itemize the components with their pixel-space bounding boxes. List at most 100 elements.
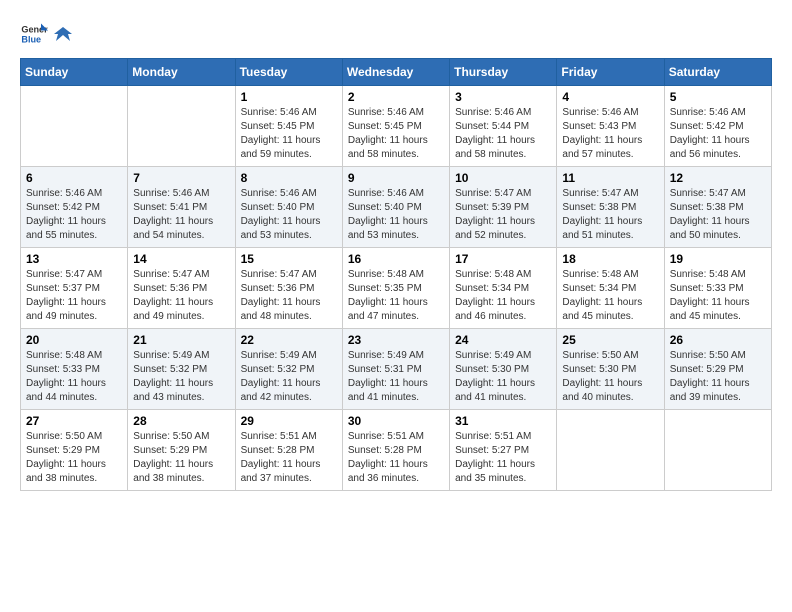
calendar-cell: 19Sunrise: 5:48 AMSunset: 5:33 PMDayligh… <box>664 248 771 329</box>
calendar-cell: 11 Sunrise: 5:47 AMSunset: 5:38 PMDayligh… <box>557 167 664 248</box>
day-number: 31 <box>455 414 551 428</box>
calendar-week-row: 1Sunrise: 5:46 AMSunset: 5:45 PMDaylight… <box>21 86 772 167</box>
svg-text:Blue: Blue <box>21 34 41 44</box>
calendar-cell: 2 Sunrise: 5:46 AMSunset: 5:45 PMDaylight… <box>342 86 449 167</box>
day-info: Sunrise: 5:46 AMSunset: 5:40 PMDaylight:… <box>241 187 337 243</box>
day-number: 15 <box>241 252 337 266</box>
day-info: Sunrise: 5:49 AMSunset: 5:31 PMDaylight:… <box>348 349 444 405</box>
day-number: 9 <box>348 171 444 185</box>
calendar-cell: 29 Sunrise: 5:51 AMSunset: 5:28 PMDayligh… <box>235 410 342 491</box>
calendar-cell: 27 Sunrise: 5:50 AMSunset: 5:29 PMDayligh… <box>21 410 128 491</box>
day-info: Sunrise: 5:50 AMSunset: 5:29 PMDaylight:… <box>26 430 122 486</box>
calendar-cell: 21 Sunrise: 5:49 AMSunset: 5:32 PMDayligh… <box>128 329 235 410</box>
calendar-cell: 24 Sunrise: 5:49 AMSunset: 5:30 PMDayligh… <box>450 329 557 410</box>
day-info: Sunrise: 5:49 AMSunset: 5:30 PMDaylight:… <box>455 349 551 405</box>
calendar-cell: 13Sunrise: 5:47 AMSunset: 5:37 PMDayligh… <box>21 248 128 329</box>
calendar-week-row: 13Sunrise: 5:47 AMSunset: 5:37 PMDayligh… <box>21 248 772 329</box>
calendar-cell: 28Sunrise: 5:50 AMSunset: 5:29 PMDayligh… <box>128 410 235 491</box>
calendar-cell: 26 Sunrise: 5:50 AMSunset: 5:29 PMDayligh… <box>664 329 771 410</box>
calendar-cell: 18 Sunrise: 5:48 AMSunset: 5:34 PMDayligh… <box>557 248 664 329</box>
day-info: Sunrise: 5:46 AMSunset: 5:42 PMDaylight:… <box>670 106 766 162</box>
calendar-cell: 15 Sunrise: 5:47 AMSunset: 5:36 PMDayligh… <box>235 248 342 329</box>
day-number: 21 <box>133 333 229 347</box>
day-info: Sunrise: 5:51 AMSunset: 5:28 PMDaylight:… <box>348 430 444 486</box>
day-number: 27 <box>26 414 122 428</box>
day-info: Sunrise: 5:49 AMSunset: 5:32 PMDaylight:… <box>133 349 229 405</box>
calendar-cell: 4 Sunrise: 5:46 AMSunset: 5:43 PMDaylight… <box>557 86 664 167</box>
day-info: Sunrise: 5:48 AMSunset: 5:35 PMDaylight:… <box>348 268 444 324</box>
calendar-cell: 10 Sunrise: 5:47 AMSunset: 5:39 PMDayligh… <box>450 167 557 248</box>
day-number: 4 <box>562 90 658 104</box>
day-number: 14 <box>133 252 229 266</box>
calendar-cell: 7 Sunrise: 5:46 AMSunset: 5:41 PMDaylight… <box>128 167 235 248</box>
logo-bird-icon <box>54 25 72 43</box>
day-number: 23 <box>348 333 444 347</box>
day-info: Sunrise: 5:46 AMSunset: 5:41 PMDaylight:… <box>133 187 229 243</box>
day-info: Sunrise: 5:47 AMSunset: 5:36 PMDaylight:… <box>133 268 229 324</box>
calendar-cell: 31 Sunrise: 5:51 AMSunset: 5:27 PMDayligh… <box>450 410 557 491</box>
calendar-cell: 12 Sunrise: 5:47 AMSunset: 5:38 PMDayligh… <box>664 167 771 248</box>
day-number: 11 <box>562 171 658 185</box>
calendar-table: SundayMondayTuesdayWednesdayThursdayFrid… <box>20 58 772 491</box>
calendar-cell: 8 Sunrise: 5:46 AMSunset: 5:40 PMDaylight… <box>235 167 342 248</box>
calendar-cell: 30 Sunrise: 5:51 AMSunset: 5:28 PMDayligh… <box>342 410 449 491</box>
logo: General Blue <box>20 20 72 48</box>
day-number: 22 <box>241 333 337 347</box>
calendar-cell <box>557 410 664 491</box>
weekday-header: Sunday <box>21 59 128 86</box>
day-info: Sunrise: 5:47 AMSunset: 5:39 PMDaylight:… <box>455 187 551 243</box>
day-info: Sunrise: 5:48 AMSunset: 5:34 PMDaylight:… <box>562 268 658 324</box>
calendar-cell: 17 Sunrise: 5:48 AMSunset: 5:34 PMDayligh… <box>450 248 557 329</box>
day-number: 3 <box>455 90 551 104</box>
day-info: Sunrise: 5:50 AMSunset: 5:29 PMDaylight:… <box>670 349 766 405</box>
calendar-cell <box>21 86 128 167</box>
day-number: 16 <box>348 252 444 266</box>
page-header: General Blue <box>20 20 772 48</box>
calendar-cell <box>128 86 235 167</box>
day-number: 19 <box>670 252 766 266</box>
day-number: 8 <box>241 171 337 185</box>
calendar-cell: 16 Sunrise: 5:48 AMSunset: 5:35 PMDayligh… <box>342 248 449 329</box>
day-info: Sunrise: 5:51 AMSunset: 5:28 PMDaylight:… <box>241 430 337 486</box>
calendar-cell: 22Sunrise: 5:49 AMSunset: 5:32 PMDayligh… <box>235 329 342 410</box>
calendar-cell: 23 Sunrise: 5:49 AMSunset: 5:31 PMDayligh… <box>342 329 449 410</box>
day-info: Sunrise: 5:47 AMSunset: 5:38 PMDaylight:… <box>562 187 658 243</box>
day-info: Sunrise: 5:48 AMSunset: 5:34 PMDaylight:… <box>455 268 551 324</box>
calendar-cell: 14 Sunrise: 5:47 AMSunset: 5:36 PMDayligh… <box>128 248 235 329</box>
day-number: 5 <box>670 90 766 104</box>
weekday-header: Thursday <box>450 59 557 86</box>
calendar-cell: 5 Sunrise: 5:46 AMSunset: 5:42 PMDaylight… <box>664 86 771 167</box>
calendar-cell: 6Sunrise: 5:46 AMSunset: 5:42 PMDaylight… <box>21 167 128 248</box>
calendar-header-row: SundayMondayTuesdayWednesdayThursdayFrid… <box>21 59 772 86</box>
day-info: Sunrise: 5:46 AMSunset: 5:43 PMDaylight:… <box>562 106 658 162</box>
day-info: Sunrise: 5:46 AMSunset: 5:44 PMDaylight:… <box>455 106 551 162</box>
day-info: Sunrise: 5:48 AMSunset: 5:33 PMDaylight:… <box>26 349 122 405</box>
day-info: Sunrise: 5:47 AMSunset: 5:38 PMDaylight:… <box>670 187 766 243</box>
day-number: 28 <box>133 414 229 428</box>
day-number: 2 <box>348 90 444 104</box>
day-info: Sunrise: 5:50 AMSunset: 5:30 PMDaylight:… <box>562 349 658 405</box>
day-number: 25 <box>562 333 658 347</box>
day-number: 18 <box>562 252 658 266</box>
calendar-cell: 3 Sunrise: 5:46 AMSunset: 5:44 PMDaylight… <box>450 86 557 167</box>
day-number: 29 <box>241 414 337 428</box>
day-number: 10 <box>455 171 551 185</box>
day-number: 12 <box>670 171 766 185</box>
weekday-header: Saturday <box>664 59 771 86</box>
calendar-week-row: 20Sunrise: 5:48 AMSunset: 5:33 PMDayligh… <box>21 329 772 410</box>
calendar-week-row: 27 Sunrise: 5:50 AMSunset: 5:29 PMDayligh… <box>21 410 772 491</box>
day-info: Sunrise: 5:51 AMSunset: 5:27 PMDaylight:… <box>455 430 551 486</box>
day-number: 26 <box>670 333 766 347</box>
calendar-cell: 20Sunrise: 5:48 AMSunset: 5:33 PMDayligh… <box>21 329 128 410</box>
logo-icon: General Blue <box>20 20 48 48</box>
day-info: Sunrise: 5:46 AMSunset: 5:45 PMDaylight:… <box>348 106 444 162</box>
day-number: 7 <box>133 171 229 185</box>
calendar-week-row: 6Sunrise: 5:46 AMSunset: 5:42 PMDaylight… <box>21 167 772 248</box>
weekday-header: Wednesday <box>342 59 449 86</box>
day-number: 30 <box>348 414 444 428</box>
calendar-cell: 1Sunrise: 5:46 AMSunset: 5:45 PMDaylight… <box>235 86 342 167</box>
day-number: 17 <box>455 252 551 266</box>
day-number: 24 <box>455 333 551 347</box>
day-number: 6 <box>26 171 122 185</box>
day-info: Sunrise: 5:47 AMSunset: 5:36 PMDaylight:… <box>241 268 337 324</box>
